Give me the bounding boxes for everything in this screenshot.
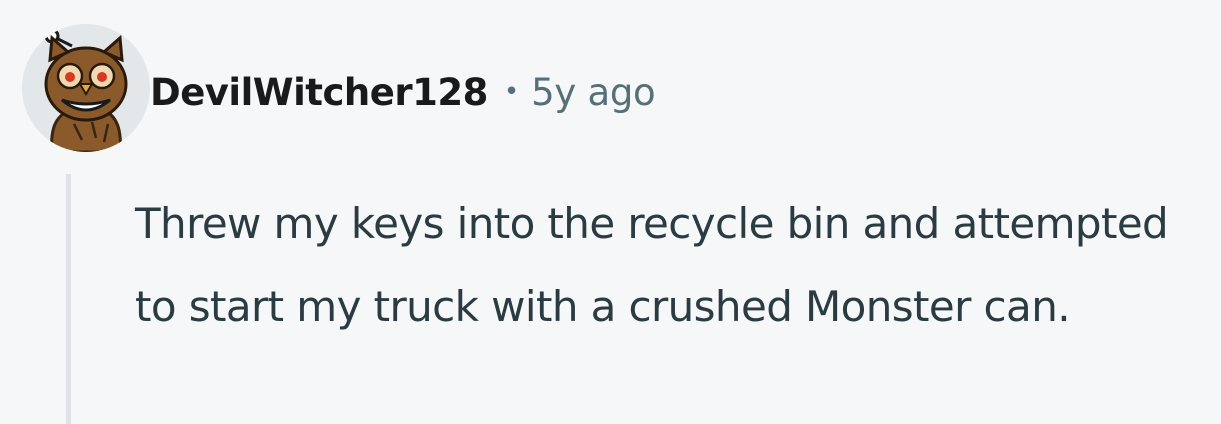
- author-username[interactable]: DevilWitcher128: [150, 71, 488, 114]
- comment-timestamp[interactable]: 5y ago: [531, 71, 656, 114]
- comment-header: DevilWitcher128 • 5y ago: [150, 64, 656, 120]
- meta-separator: •: [503, 77, 520, 107]
- snoo-owl-costume-avatar-icon: [44, 28, 128, 152]
- thread-line[interactable]: [66, 174, 71, 424]
- comment-body: Threw my keys into the recycle bin and a…: [135, 199, 1169, 331]
- comment: DevilWitcher128 • 5y ago Threw my keys i…: [0, 0, 1221, 424]
- user-avatar[interactable]: [22, 24, 150, 152]
